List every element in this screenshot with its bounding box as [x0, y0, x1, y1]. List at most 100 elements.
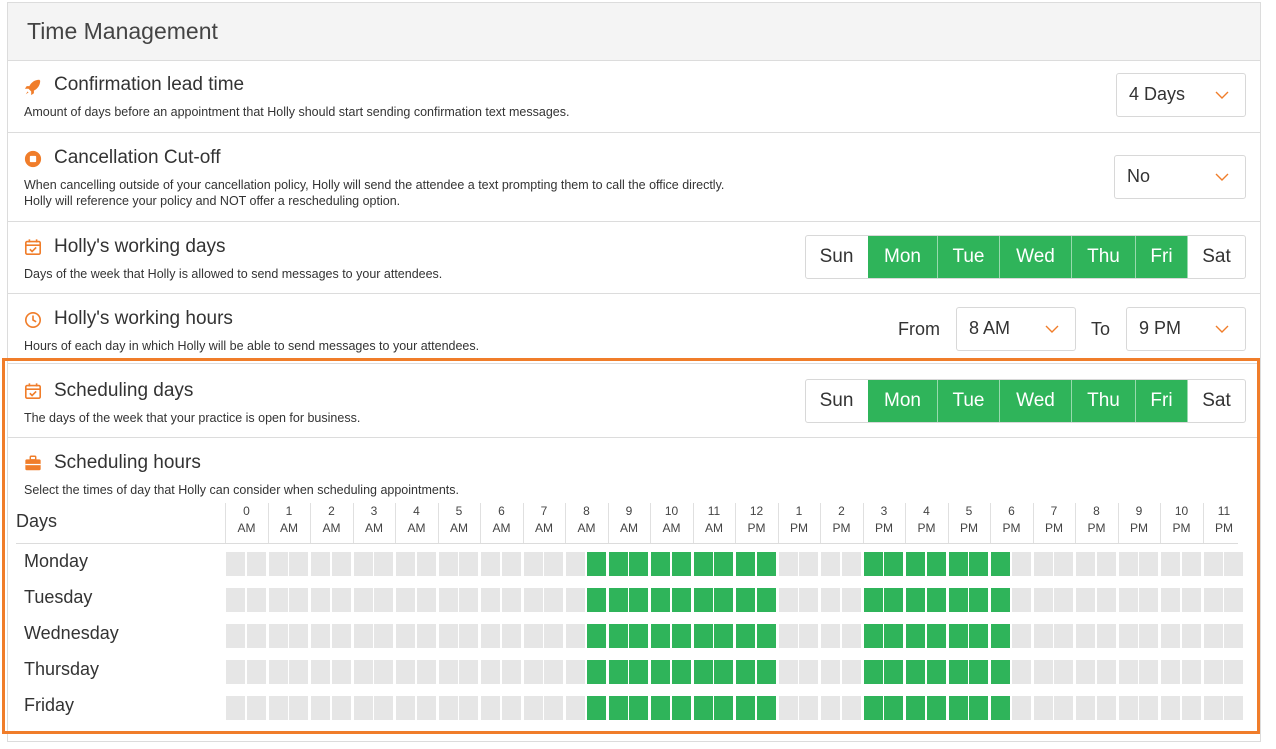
half-hour-slot[interactable] — [821, 696, 840, 720]
half-hour-slot[interactable] — [756, 588, 776, 612]
half-hour-slot[interactable] — [268, 552, 288, 576]
half-hour-slot[interactable] — [671, 552, 691, 576]
half-hour-slot[interactable] — [778, 624, 798, 648]
half-hour-slot[interactable] — [1161, 588, 1180, 612]
half-hour-slot[interactable] — [629, 696, 648, 720]
half-hour-slot[interactable] — [906, 660, 925, 684]
half-hour-slot[interactable] — [629, 624, 648, 648]
half-hour-slot[interactable] — [481, 696, 500, 720]
half-hour-slot[interactable] — [586, 624, 606, 648]
half-hour-slot[interactable] — [926, 552, 946, 576]
half-hour-slot[interactable] — [778, 696, 798, 720]
half-hour-slot[interactable] — [736, 624, 755, 648]
half-hour-slot[interactable] — [311, 552, 330, 576]
scheduling-day-fri[interactable]: Fri — [1136, 380, 1188, 422]
half-hour-slot[interactable] — [1054, 588, 1073, 612]
half-hour-slot[interactable] — [544, 552, 563, 576]
half-hour-slot[interactable] — [884, 624, 903, 648]
half-hour-slot[interactable] — [374, 624, 393, 648]
working-day-sat[interactable]: Sat — [1188, 236, 1245, 278]
half-hour-slot[interactable] — [396, 588, 415, 612]
half-hour-slot[interactable] — [501, 696, 521, 720]
half-hour-slot[interactable] — [1139, 660, 1158, 684]
half-hour-slot[interactable] — [1139, 552, 1158, 576]
half-hour-slot[interactable] — [1033, 624, 1053, 648]
half-hour-slot[interactable] — [501, 624, 521, 648]
half-hour-slot[interactable] — [268, 624, 288, 648]
half-hour-slot[interactable] — [353, 624, 373, 648]
half-hour-slot[interactable] — [1054, 552, 1073, 576]
half-hour-slot[interactable] — [523, 588, 543, 612]
half-hour-slot[interactable] — [1011, 588, 1031, 612]
half-hour-slot[interactable] — [1011, 624, 1031, 648]
half-hour-slot[interactable] — [926, 588, 946, 612]
half-hour-slot[interactable] — [1011, 552, 1031, 576]
half-hour-slot[interactable] — [1118, 696, 1138, 720]
half-hour-slot[interactable] — [1076, 660, 1095, 684]
half-hour-slot[interactable] — [926, 624, 946, 648]
half-hour-slot[interactable] — [1224, 624, 1243, 648]
half-hour-slot[interactable] — [841, 552, 861, 576]
half-hour-slot[interactable] — [459, 552, 478, 576]
to-hour-select[interactable]: 9 PM — [1126, 307, 1246, 351]
half-hour-slot[interactable] — [311, 660, 330, 684]
half-hour-slot[interactable] — [1096, 696, 1116, 720]
half-hour-slot[interactable] — [1054, 696, 1073, 720]
half-hour-slot[interactable] — [1224, 696, 1243, 720]
half-hour-slot[interactable] — [799, 588, 818, 612]
cancellation-cutoff-select[interactable]: No — [1114, 155, 1246, 199]
half-hour-slot[interactable] — [799, 552, 818, 576]
half-hour-slot[interactable] — [226, 552, 245, 576]
half-hour-slot[interactable] — [906, 696, 925, 720]
half-hour-slot[interactable] — [331, 624, 351, 648]
half-hour-slot[interactable] — [969, 588, 988, 612]
scheduling-day-sun[interactable]: Sun — [806, 380, 868, 422]
half-hour-slot[interactable] — [863, 696, 883, 720]
half-hour-slot[interactable] — [396, 624, 415, 648]
half-hour-slot[interactable] — [1181, 552, 1201, 576]
half-hour-slot[interactable] — [671, 588, 691, 612]
half-hour-slot[interactable] — [586, 696, 606, 720]
half-hour-slot[interactable] — [353, 552, 373, 576]
half-hour-slot[interactable] — [693, 588, 713, 612]
half-hour-slot[interactable] — [1076, 696, 1095, 720]
half-hour-slot[interactable] — [246, 588, 266, 612]
half-hour-slot[interactable] — [289, 660, 308, 684]
half-hour-slot[interactable] — [1054, 624, 1073, 648]
scheduling-day-thu[interactable]: Thu — [1072, 380, 1136, 422]
half-hour-slot[interactable] — [1161, 696, 1180, 720]
half-hour-slot[interactable] — [311, 696, 330, 720]
half-hour-slot[interactable] — [268, 660, 288, 684]
half-hour-slot[interactable] — [226, 624, 245, 648]
half-hour-slot[interactable] — [884, 660, 903, 684]
half-hour-slot[interactable] — [608, 588, 628, 612]
half-hour-slot[interactable] — [523, 696, 543, 720]
half-hour-slot[interactable] — [756, 552, 776, 576]
half-hour-slot[interactable] — [651, 696, 670, 720]
half-hour-slot[interactable] — [481, 624, 500, 648]
half-hour-slot[interactable] — [289, 696, 308, 720]
half-hour-slot[interactable] — [1139, 588, 1158, 612]
half-hour-slot[interactable] — [608, 660, 628, 684]
half-hour-slot[interactable] — [1118, 552, 1138, 576]
half-hour-slot[interactable] — [991, 624, 1010, 648]
half-hour-slot[interactable] — [586, 588, 606, 612]
half-hour-slot[interactable] — [289, 552, 308, 576]
half-hour-slot[interactable] — [353, 660, 373, 684]
half-hour-slot[interactable] — [374, 588, 393, 612]
half-hour-slot[interactable] — [459, 588, 478, 612]
half-hour-slot[interactable] — [1076, 552, 1095, 576]
half-hour-slot[interactable] — [353, 696, 373, 720]
half-hour-slot[interactable] — [481, 588, 500, 612]
half-hour-slot[interactable] — [1096, 660, 1116, 684]
scheduling-day-wed[interactable]: Wed — [1000, 380, 1072, 422]
half-hour-slot[interactable] — [714, 624, 733, 648]
half-hour-slot[interactable] — [821, 624, 840, 648]
half-hour-slot[interactable] — [481, 660, 500, 684]
half-hour-slot[interactable] — [586, 552, 606, 576]
half-hour-slot[interactable] — [1118, 660, 1138, 684]
half-hour-slot[interactable] — [1054, 660, 1073, 684]
half-hour-slot[interactable] — [629, 552, 648, 576]
half-hour-slot[interactable] — [906, 624, 925, 648]
half-hour-slot[interactable] — [331, 552, 351, 576]
